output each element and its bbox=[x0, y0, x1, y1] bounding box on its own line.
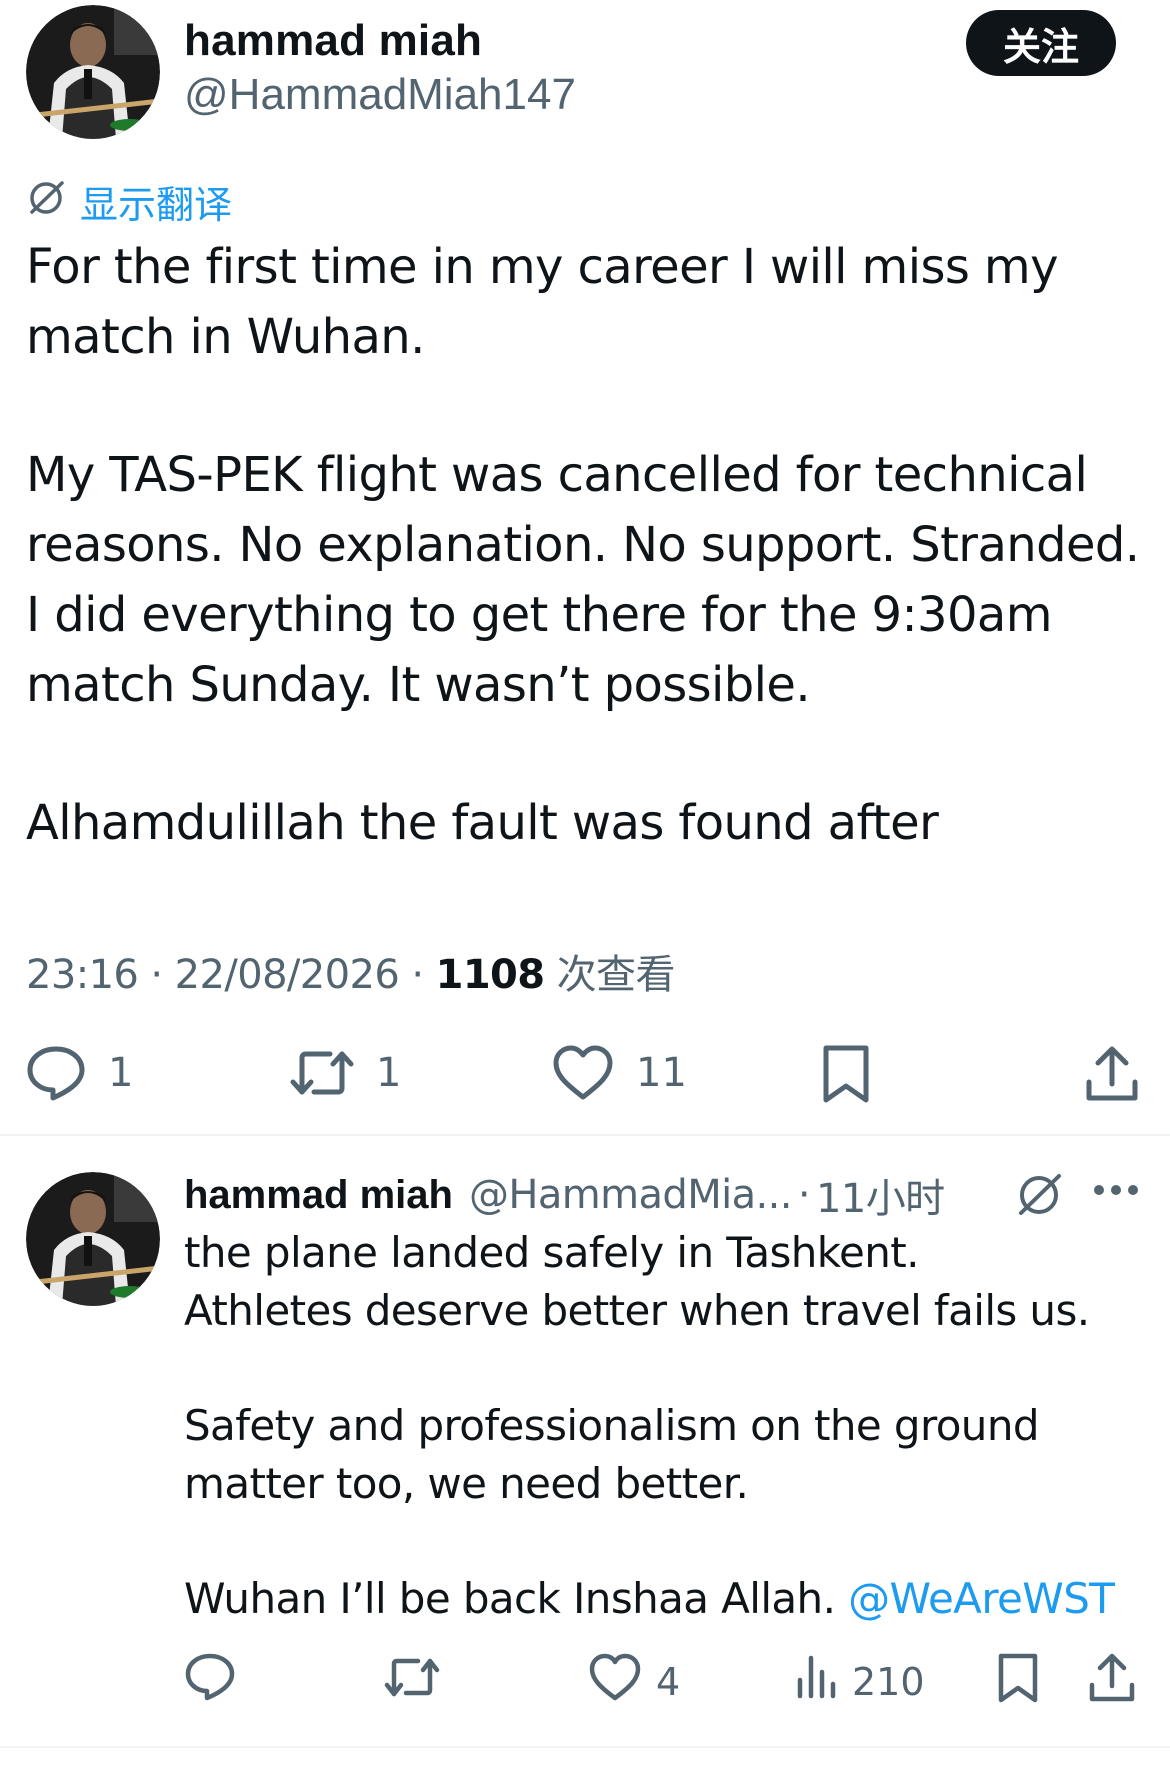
author-name[interactable]: hammad miah bbox=[184, 16, 482, 66]
meta-separator: · bbox=[150, 952, 163, 998]
retweet-icon bbox=[290, 1044, 354, 1102]
reply-icon bbox=[184, 1652, 236, 1711]
reply-like-count: 4 bbox=[656, 1659, 681, 1704]
reply-reply-button[interactable] bbox=[184, 1652, 236, 1711]
tweet-divider bbox=[0, 1134, 1170, 1136]
mention-link[interactable]: @WeAreWST bbox=[848, 1574, 1115, 1623]
more-icon[interactable] bbox=[1092, 1182, 1140, 1203]
no-translate-icon bbox=[26, 177, 66, 226]
meta-separator: · bbox=[411, 952, 424, 998]
reply-retweet-button[interactable] bbox=[384, 1652, 440, 1711]
views-count: 1108 bbox=[435, 952, 546, 998]
reply-last-line: Wuhan I’ll be back Inshaa Allah. bbox=[184, 1574, 849, 1623]
follow-button-label: 关注 bbox=[1002, 24, 1079, 69]
show-translation-link[interactable]: 显示翻译 bbox=[26, 174, 232, 229]
tweet-paragraph-3: Alhamdulillah the fault was found after bbox=[26, 795, 939, 851]
views-label: 次查看 bbox=[556, 952, 676, 998]
tweet-paragraph-1: For the first time in my career I will m… bbox=[26, 239, 1059, 365]
reply-separator: · bbox=[797, 1172, 811, 1218]
show-translation-label: 显示翻译 bbox=[80, 183, 233, 227]
share-icon bbox=[1084, 1044, 1140, 1104]
reply-paragraph-1: the plane landed safely in Tashkent. Ath… bbox=[184, 1228, 1090, 1335]
tweet-time[interactable]: 23:16 bbox=[26, 952, 139, 998]
follow-button[interactable]: 关注 bbox=[966, 10, 1116, 76]
no-translate-icon[interactable] bbox=[1014, 1170, 1064, 1223]
bottom-divider bbox=[0, 1746, 1170, 1748]
share-button[interactable] bbox=[1084, 1044, 1140, 1104]
share-icon bbox=[1088, 1652, 1136, 1713]
bookmark-icon bbox=[820, 1044, 872, 1104]
like-icon bbox=[552, 1044, 614, 1102]
retweet-button[interactable]: 1 bbox=[290, 1044, 401, 1102]
tweet-meta: 23:16 · 22/08/2026 · 1108 次查看 bbox=[26, 942, 675, 1000]
like-count: 11 bbox=[636, 1050, 687, 1096]
views-icon bbox=[794, 1652, 838, 1711]
tweet-date[interactable]: 22/08/2026 bbox=[175, 952, 400, 998]
bookmark-button[interactable] bbox=[820, 1044, 872, 1104]
reply-views-button[interactable]: 210 bbox=[794, 1652, 925, 1711]
reply-paragraph-3: Wuhan I’ll be back Inshaa Allah. @WeAreW… bbox=[184, 1570, 1164, 1628]
reply-time[interactable]: 11小时 bbox=[816, 1166, 945, 1224]
reply-author-avatar[interactable] bbox=[26, 1172, 160, 1306]
bookmark-icon bbox=[996, 1652, 1040, 1713]
reply-author-handle[interactable]: @HammadMia... bbox=[469, 1172, 793, 1218]
reply-header: hammad miah @HammadMia... · 11小时 bbox=[184, 1166, 945, 1224]
reply-button[interactable]: 1 bbox=[26, 1044, 133, 1102]
tweet-paragraph-2: My TAS-PEK flight was cancelled for tech… bbox=[26, 447, 1140, 713]
reply-views-count: 210 bbox=[852, 1659, 925, 1704]
reply-share-button[interactable] bbox=[1088, 1652, 1136, 1713]
like-button[interactable]: 11 bbox=[552, 1044, 687, 1102]
author-avatar[interactable] bbox=[26, 5, 160, 139]
like-icon bbox=[588, 1652, 642, 1711]
retweet-count: 1 bbox=[376, 1050, 402, 1096]
author-handle[interactable]: @HammadMiah147 bbox=[184, 70, 576, 120]
reply-count: 1 bbox=[108, 1050, 134, 1096]
reply-icon bbox=[26, 1044, 86, 1102]
reply-author-name[interactable]: hammad miah bbox=[184, 1173, 453, 1218]
reply-bookmark-button[interactable] bbox=[996, 1652, 1040, 1713]
reply-paragraph-2: Safety and professionalism on the ground… bbox=[184, 1401, 1040, 1508]
reply-like-button[interactable]: 4 bbox=[588, 1652, 680, 1711]
retweet-icon bbox=[384, 1652, 440, 1711]
